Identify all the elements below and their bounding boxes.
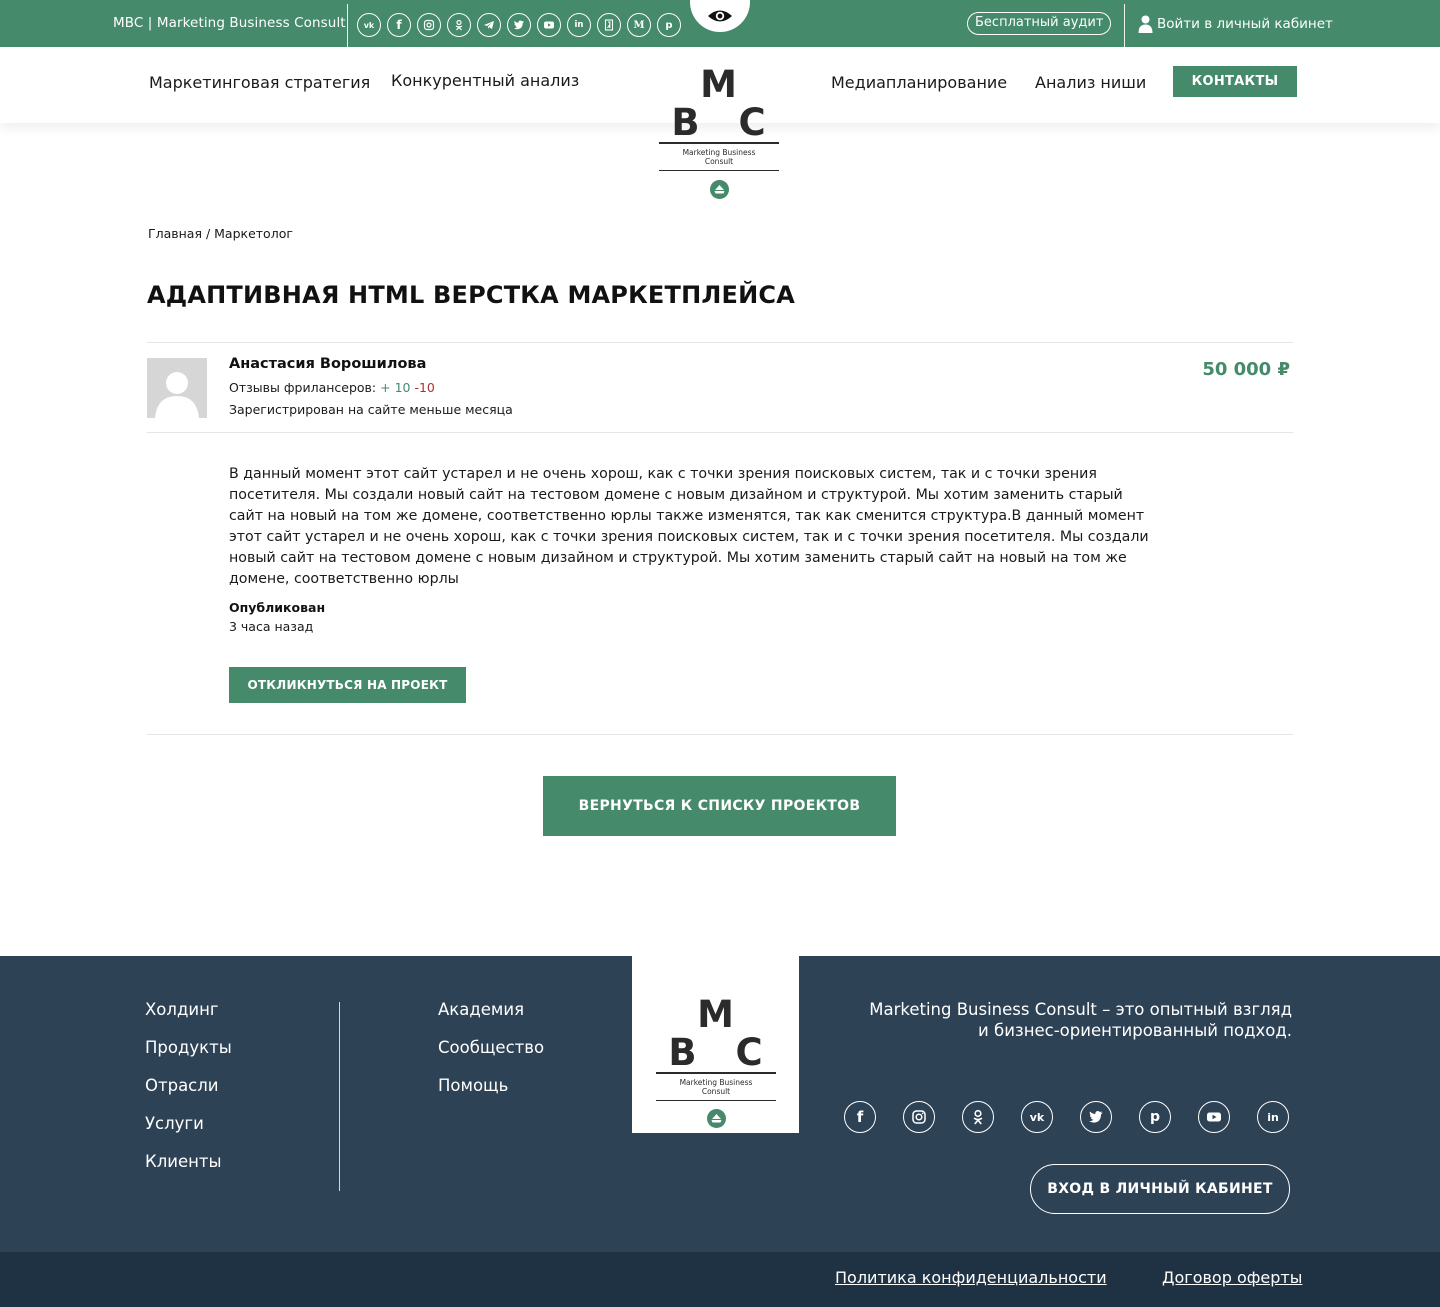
nav-competitor-analysis[interactable]: Конкурентный анализ [391, 71, 579, 90]
logo-letters: M B C [671, 63, 779, 144]
logo-subtitle: Marketing Business Consult [679, 1077, 753, 1096]
footer-link-help[interactable]: Помощь [438, 1076, 508, 1095]
linkedin-icon[interactable]: in [1257, 1101, 1289, 1133]
respond-to-project-button[interactable]: ОТКЛИКНУТЬСЯ НА ПРОЕКТ [229, 667, 466, 703]
yandex-zen-icon[interactable] [597, 13, 621, 37]
footer-link-services[interactable]: Услуги [145, 1114, 204, 1133]
footer-link-products[interactable]: Продукты [145, 1038, 232, 1057]
logo-letters: M B C [668, 993, 776, 1074]
avatar [147, 358, 207, 418]
divider [147, 342, 1293, 343]
contacts-button[interactable]: КОНТАКТЫ [1173, 66, 1297, 97]
odnoklassniki-icon[interactable] [447, 13, 471, 37]
footer-link-community[interactable]: Сообщество [438, 1038, 544, 1057]
youtube-icon[interactable] [1198, 1101, 1230, 1133]
logo-rule [659, 169, 779, 171]
footer-link-industries[interactable]: Отрасли [145, 1076, 219, 1095]
privacy-policy-link[interactable]: Политика конфиденциальности [835, 1268, 1107, 1287]
divider [147, 432, 1293, 433]
freelancer-reviews: Отзывы фрилансеров: + 10 -10 [229, 380, 435, 395]
youtube-icon[interactable] [537, 13, 561, 37]
logo-subtitle: Marketing Business Consult [682, 147, 756, 166]
twitter-icon[interactable] [507, 13, 531, 37]
nav-media-planning[interactable]: Медиапланирование [831, 73, 1007, 92]
free-audit-button[interactable]: Бесплатный аудит [967, 12, 1112, 35]
logo-rule [656, 1099, 776, 1101]
accessibility-toggle[interactable] [690, 0, 750, 32]
instagram-icon[interactable] [417, 13, 441, 37]
user-icon [1138, 15, 1153, 33]
footer-link-clients[interactable]: Клиенты [145, 1152, 222, 1171]
footer-link-holding[interactable]: Холдинг [145, 1000, 219, 1019]
twitter-icon[interactable] [1080, 1101, 1112, 1133]
nav-marketing-strategy[interactable]: Маркетинговая стратегия [149, 73, 370, 92]
reviews-negative: -10 [414, 380, 435, 395]
footer-link-academy[interactable]: Академия [438, 1000, 524, 1019]
vk-icon[interactable]: vk [357, 13, 381, 37]
project-description: В данный момент этот сайт устарел и не о… [229, 466, 1149, 587]
odnoklassniki-icon[interactable] [962, 1101, 994, 1133]
footer-divider [339, 1002, 340, 1191]
divider [347, 4, 348, 47]
subfooter: Политика конфиденциальности Договор офер… [0, 1252, 1440, 1307]
breadcrumb[interactable]: Главная / Маркетолог [148, 226, 293, 241]
vk-icon[interactable]: vk [1021, 1101, 1053, 1133]
project-price: 50 000 ₽ [1202, 359, 1290, 380]
divider [147, 734, 1293, 735]
login-label: Войти в личный кабинет [1157, 16, 1333, 32]
page-title: АДАПТИВНАЯ HTML ВЕРСТКА МАРКЕТПЛЕЙСА [147, 281, 795, 309]
footer-social-row: f vk p in [844, 1101, 1289, 1133]
author-name[interactable]: Анастасия Ворошилова [229, 356, 426, 372]
pinterest-icon[interactable]: p [657, 13, 681, 37]
logo-badge-icon [706, 1109, 726, 1128]
top-bar: MBC | Marketing Business Consult vk f in… [0, 0, 1440, 47]
footer-logo[interactable]: M B C Marketing Business Consult [652, 996, 780, 1128]
instagram-icon[interactable] [903, 1101, 935, 1133]
published-time: 3 часа назад [229, 619, 314, 634]
facebook-icon[interactable]: f [844, 1101, 876, 1133]
facebook-icon[interactable]: f [387, 13, 411, 37]
login-link[interactable]: Войти в личный кабинет [1138, 15, 1333, 33]
telegram-icon[interactable] [477, 13, 501, 37]
site-name: MBC | Marketing Business Consult [113, 15, 346, 31]
published-label: Опубликован [229, 600, 326, 615]
nav-niche-analysis[interactable]: Анализ ниши [1035, 73, 1146, 92]
footer-login-button[interactable]: ВХОД В ЛИЧНЫЙ КАБИНЕТ [1030, 1164, 1290, 1214]
back-to-projects-button[interactable]: ВЕРНУТЬСЯ К СПИСКУ ПРОЕКТОВ [543, 776, 896, 836]
reviews-positive: + 10 [380, 380, 411, 395]
registration-status: Зарегистрирован на сайте меньше месяца [229, 402, 513, 417]
top-social-row: vk f in M p [357, 13, 681, 37]
pinterest-icon[interactable]: p [1139, 1101, 1171, 1133]
footer-tagline: Marketing Business Consult – это опытный… [869, 1000, 1292, 1040]
divider [1124, 4, 1125, 47]
logo-badge-icon [709, 180, 729, 199]
eye-icon [708, 10, 732, 22]
medium-icon[interactable]: M [627, 13, 651, 37]
offer-agreement-link[interactable]: Договор оферты [1162, 1268, 1302, 1287]
linkedin-icon[interactable]: in [567, 13, 591, 37]
site-logo[interactable]: M B C Marketing Business Consult [655, 66, 783, 199]
